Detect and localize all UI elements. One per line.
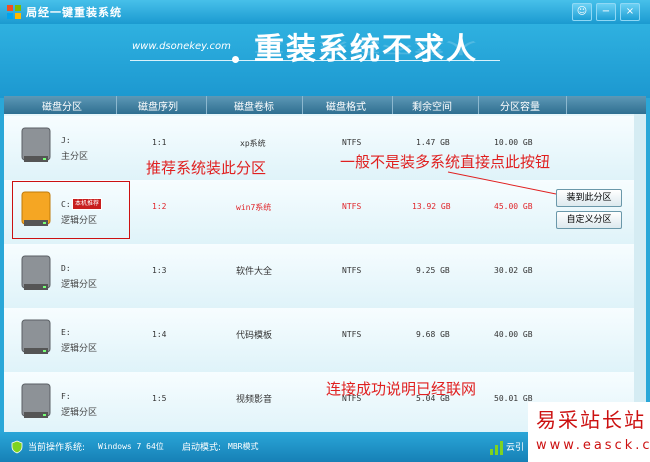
free-space: 9.68 GB	[416, 330, 450, 339]
watermark-url: www.easck.com	[536, 438, 650, 453]
free-space: 1.47 GB	[416, 138, 450, 147]
partition-type: 逻辑分区	[61, 344, 98, 354]
column-divider	[116, 96, 117, 114]
annotation-button-tip: 一般不是装多系统直接点此按钮	[340, 153, 551, 171]
free-space: 13.92 GB	[412, 202, 451, 211]
disk-sequence: 1:1	[152, 138, 167, 147]
close-button[interactable]: ×	[620, 3, 640, 21]
partition-type: 主分区	[61, 152, 89, 162]
volume-label: xp系统	[240, 139, 266, 148]
custom-partition-button[interactable]: 自定义分区	[556, 211, 622, 229]
banner-dot	[232, 56, 239, 63]
volume-label: win7系统	[236, 203, 272, 212]
drive-letter: F:	[61, 392, 71, 401]
disk-sequence: 1:4	[152, 330, 167, 339]
partition-table: 磁盘分区 磁盘序列 磁盘卷标 磁盘格式 剩余空间 分区容量 J: 主分区 1:1…	[4, 96, 646, 437]
shield-icon	[11, 440, 23, 454]
annotation-arrow	[447, 171, 557, 195]
partition-size: 40.00 GB	[494, 330, 533, 339]
feedback-button[interactable]: ☺	[572, 3, 592, 21]
disk-format: NTFS	[342, 266, 362, 275]
title-bar: 局经一键重装系统 ☺ − ×	[0, 0, 650, 24]
column-header: 磁盘分区	[42, 102, 82, 113]
boot-mode-label: 启动模式:	[182, 443, 222, 453]
watermark-title: 易采站长站	[536, 408, 646, 432]
partition-size: 30.02 GB	[494, 266, 533, 275]
disk-format: NTFS	[342, 202, 362, 211]
table-scrollbar[interactable]	[634, 114, 646, 432]
drive-letter: D:	[61, 264, 71, 273]
hard-drive-icon	[21, 319, 51, 354]
column-header: 磁盘序列	[138, 102, 178, 113]
partition-row-d[interactable]: D: 逻辑分区 1:3 软件大全 NTFS 9.25 GB 30.02 GB	[4, 244, 634, 309]
disk-format: NTFS	[342, 138, 362, 147]
column-header: 磁盘格式	[326, 102, 366, 113]
column-header: 剩余空间	[412, 102, 452, 113]
banner-slogan-reflection: 重装系统不求人	[254, 38, 478, 57]
partition-size: 50.01 GB	[494, 394, 533, 403]
free-space: 9.25 GB	[416, 266, 450, 275]
site-watermark: 易采站长站 www.easck.com	[528, 402, 650, 462]
column-divider	[478, 96, 479, 114]
hard-drive-icon	[21, 127, 51, 162]
current-os-label: 当前操作系统:	[28, 443, 86, 453]
banner: www.dsonekey.com 重装系统不求人 重装系统不求人	[0, 24, 650, 98]
minimize-button[interactable]: −	[596, 3, 616, 21]
drive-letter: J:	[61, 136, 71, 145]
column-divider	[566, 96, 567, 114]
hard-drive-icon	[21, 383, 51, 418]
table-header: 磁盘分区 磁盘序列 磁盘卷标 磁盘格式 剩余空间 分区容量	[4, 96, 646, 114]
column-divider	[206, 96, 207, 114]
volume-label: 视频影音	[236, 395, 273, 405]
banner-url: www.dsonekey.com	[132, 41, 231, 52]
partition-size: 45.00 GB	[494, 202, 533, 211]
volume-label: 软件大全	[236, 267, 273, 277]
column-header: 磁盘卷标	[234, 102, 274, 113]
column-divider	[302, 96, 303, 114]
shield-logo-icon	[7, 5, 21, 19]
partition-type: 逻辑分区	[61, 280, 98, 290]
disk-sequence: 1:5	[152, 394, 167, 403]
volume-label: 代码模板	[236, 331, 273, 341]
partition-type: 逻辑分区	[61, 408, 98, 418]
partition-size: 10.00 GB	[494, 138, 533, 147]
disk-format: NTFS	[342, 330, 362, 339]
app-window: 局经一键重装系统 ☺ − × www.dsonekey.com 重装系统不求人 …	[0, 0, 650, 462]
disk-sequence: 1:3	[152, 266, 167, 275]
cloud-status[interactable]: 云引	[506, 440, 524, 453]
disk-sequence: 1:2	[152, 202, 167, 211]
drive-letter: E:	[61, 328, 71, 337]
annotation-connected: 连接成功说明已经联网	[326, 380, 477, 398]
recommended-partition-highlight	[12, 181, 130, 239]
partition-row-e[interactable]: E: 逻辑分区 1:4 代码模板 NTFS 9.68 GB 40.00 GB	[4, 308, 634, 373]
boot-mode-value: MBR模式	[228, 442, 259, 451]
current-os-value: Windows 7 64位	[98, 442, 164, 451]
install-to-partition-button[interactable]: 装到此分区	[556, 189, 622, 207]
column-header: 分区容量	[500, 102, 540, 113]
hard-drive-icon	[21, 255, 51, 290]
window-title: 局经一键重装系统	[26, 6, 122, 19]
annotation-recommend: 推荐系统装此分区	[146, 159, 267, 177]
